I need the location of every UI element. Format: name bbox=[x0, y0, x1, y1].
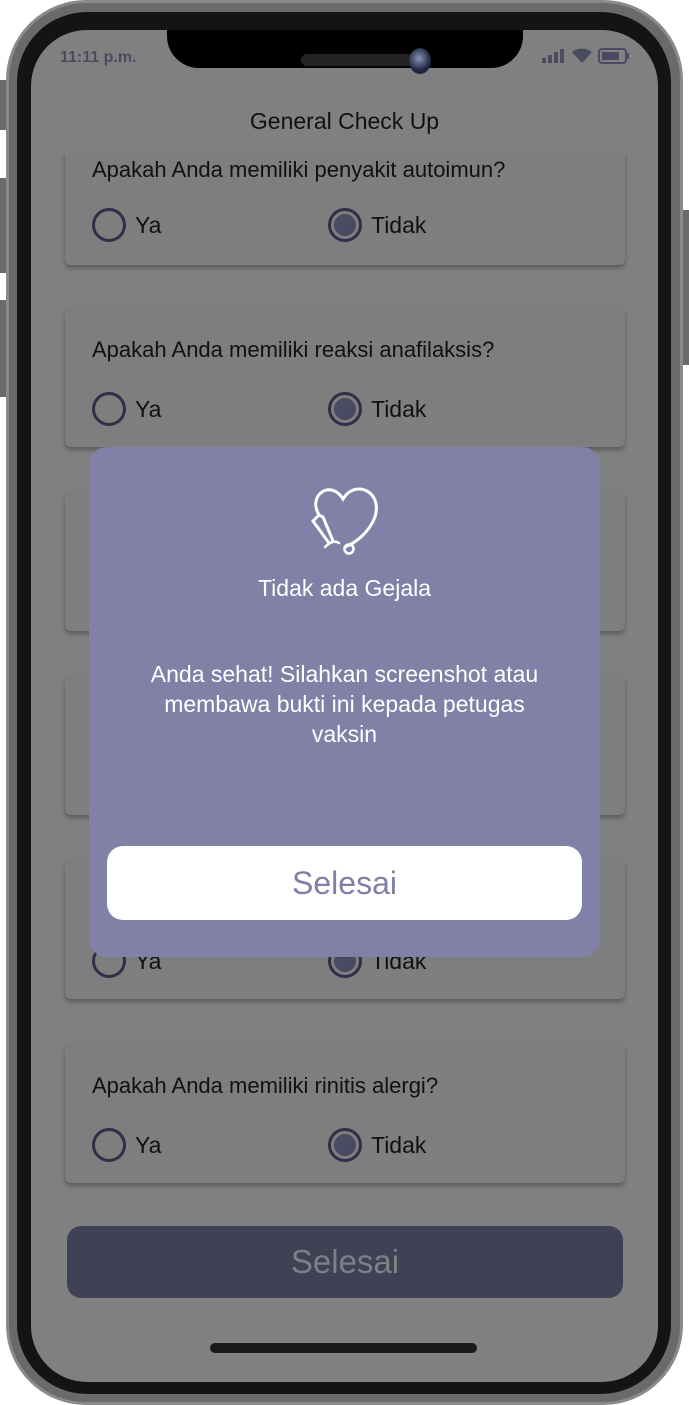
result-dialog: Tidak ada Gejala Anda sehat! Silahkan sc… bbox=[89, 447, 600, 957]
option-label: Tidak bbox=[371, 395, 427, 422]
question-card: Apakah Anda memiliki rinitis alergi? Ya … bbox=[65, 1043, 625, 1183]
question-card: Apakah Anda memiliki penyakit autoimun? … bbox=[65, 155, 625, 265]
question-card: Apakah Anda memiliki reaksi anafilaksis?… bbox=[65, 307, 625, 447]
home-indicator bbox=[210, 1343, 477, 1353]
notch bbox=[167, 30, 523, 74]
battery-icon bbox=[598, 48, 629, 64]
status-time: 11:11 p.m. bbox=[60, 49, 137, 66]
page-title: General Check Up bbox=[249, 108, 440, 134]
option-label: Ya bbox=[135, 1131, 162, 1158]
power-button bbox=[683, 210, 689, 365]
option-label: Ya bbox=[135, 395, 162, 422]
option-tidak[interactable]: Tidak bbox=[328, 208, 426, 242]
question-text: Apakah Anda memiliki penyakit autoimun? bbox=[92, 157, 506, 182]
wifi-icon bbox=[572, 48, 592, 63]
dialog-message: Anda sehat! Silahkan screenshot atau mem… bbox=[150, 661, 539, 747]
option-ya[interactable]: Ya bbox=[92, 392, 161, 426]
radio-button[interactable] bbox=[92, 392, 126, 426]
speaker bbox=[301, 54, 418, 66]
option-label: Ya bbox=[135, 211, 162, 238]
status-icons bbox=[542, 48, 630, 64]
dialog-finish-button[interactable]: Selesai bbox=[107, 846, 582, 920]
dialog-title: Tidak ada Gejala bbox=[257, 575, 432, 601]
option-tidak[interactable]: Tidak bbox=[328, 392, 426, 426]
front-camera bbox=[409, 48, 431, 74]
radio-button-selected[interactable] bbox=[328, 1128, 362, 1162]
option-label: Tidak bbox=[371, 1131, 427, 1158]
radio-button[interactable] bbox=[92, 1128, 126, 1162]
signal-icon bbox=[542, 49, 564, 63]
radio-button[interactable] bbox=[92, 208, 126, 242]
submit-button[interactable]: Selesai bbox=[67, 1226, 623, 1298]
question-text: Apakah Anda memiliki reaksi anafilaksis? bbox=[92, 337, 495, 362]
option-ya[interactable]: Ya bbox=[92, 208, 161, 242]
option-tidak[interactable]: Tidak bbox=[328, 1128, 426, 1162]
phone-screen: 11:11 p.m. General Check Up Apakah Anda … bbox=[31, 30, 658, 1382]
option-ya[interactable]: Ya bbox=[92, 1128, 161, 1162]
option-label: Tidak bbox=[371, 211, 427, 238]
radio-button-selected[interactable] bbox=[328, 392, 362, 426]
heart-stethoscope-icon bbox=[311, 487, 378, 555]
question-text: Apakah Anda memiliki rinitis alergi? bbox=[92, 1073, 439, 1098]
radio-button-selected[interactable] bbox=[328, 208, 362, 242]
